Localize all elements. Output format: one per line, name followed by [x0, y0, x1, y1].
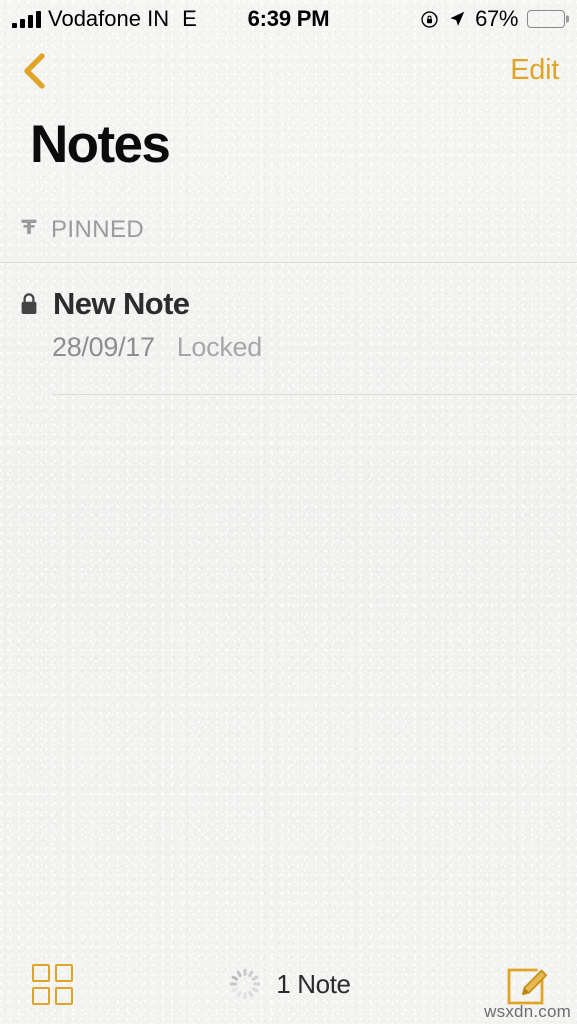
note-meta-row: 28/09/17 Locked: [52, 332, 262, 363]
notes-app-screen: Vodafone IN E 6:39 PM 67% Edit Notes PIN…: [0, 0, 577, 1024]
network-type-label: E: [182, 6, 197, 31]
note-status-label: Locked: [176, 332, 263, 362]
lock-icon: [18, 291, 40, 317]
rotation-lock-icon: [420, 10, 439, 29]
note-title: New Note: [53, 286, 190, 321]
pin-icon: [18, 217, 40, 243]
pinned-section-label: PINNED: [51, 216, 145, 243]
edit-button[interactable]: Edit: [510, 54, 559, 87]
note-divider: [52, 394, 577, 395]
back-button[interactable]: [10, 48, 58, 94]
note-title-row: New Note: [18, 286, 190, 321]
note-date: 28/09/17: [52, 332, 155, 362]
note-list-item[interactable]: New Note 28/09/17 Locked: [0, 272, 577, 394]
status-bar: Vodafone IN E 6:39 PM 67%: [0, 0, 577, 38]
status-bar-right: 67%: [420, 6, 569, 32]
signal-bars-icon: [12, 10, 41, 28]
watermark-text: wsxdn.com: [484, 1002, 571, 1021]
page-title: Notes: [30, 115, 171, 174]
navigation-bar: Edit: [0, 38, 577, 100]
activity-spinner-icon: [226, 965, 264, 1003]
section-divider-top: [0, 262, 577, 263]
battery-percentage: 67%: [475, 6, 518, 31]
battery-icon: [527, 10, 569, 28]
location-arrow-icon: [448, 10, 466, 28]
carrier-name: Vodafone IN: [48, 6, 170, 31]
note-count-label: 1 Note: [276, 968, 351, 999]
status-bar-left: Vodafone IN E: [12, 6, 197, 32]
chevron-left-icon: [24, 53, 45, 89]
pinned-section-header: PINNED: [18, 213, 144, 247]
compose-note-icon: [507, 968, 548, 1005]
